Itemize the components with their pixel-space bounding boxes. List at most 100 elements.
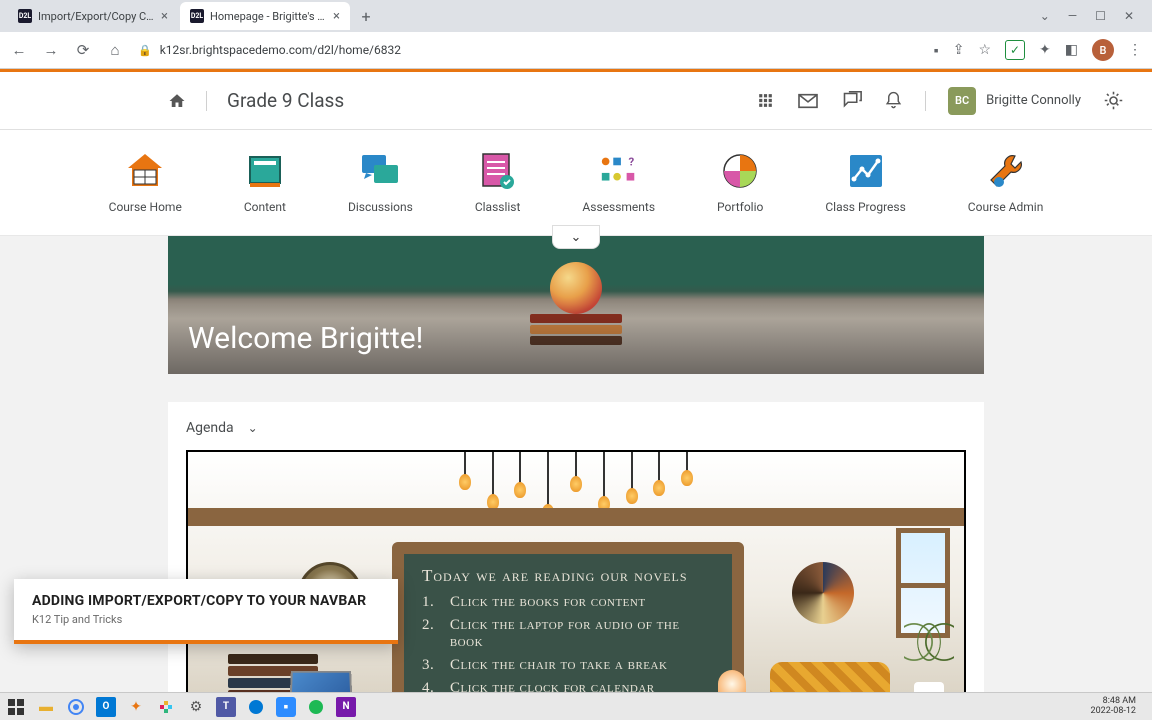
home-button[interactable]: ⌂ — [106, 41, 124, 59]
back-button[interactable]: ← — [10, 41, 28, 59]
nav-label: Assessments — [582, 200, 655, 214]
teams-icon[interactable]: T — [216, 697, 236, 717]
slack-icon[interactable] — [156, 697, 176, 717]
camera-icon[interactable]: ▪ — [934, 42, 939, 59]
divider — [206, 91, 207, 111]
home-icon[interactable] — [168, 92, 186, 110]
toast-title: ADDING IMPORT/EXPORT/COPY TO YOUR NAVBAR — [32, 593, 380, 609]
course-title[interactable]: Grade 9 Class — [227, 89, 344, 112]
nav-label: Content — [244, 200, 286, 214]
forward-button[interactable]: → — [42, 41, 60, 59]
list-item: 1.Click the books for content — [422, 594, 714, 611]
progress-icon — [845, 152, 887, 190]
user-avatar: BC — [948, 87, 976, 115]
close-window-icon[interactable]: ✕ — [1124, 9, 1134, 23]
mail-icon[interactable] — [797, 92, 819, 110]
extension-icon[interactable]: ✓ — [1005, 40, 1025, 60]
chalkboard-title: Today we are reading our novels — [422, 566, 714, 586]
share-icon[interactable]: ⇪ — [953, 42, 965, 58]
nav-discussions[interactable]: Discussions — [348, 152, 413, 214]
chat-icon[interactable] — [841, 90, 862, 111]
chevron-down-icon: ⌄ — [571, 230, 582, 245]
star-icon[interactable]: ☆ — [978, 42, 991, 58]
gear-icon[interactable] — [1103, 90, 1124, 111]
close-icon[interactable]: × — [333, 9, 340, 24]
toast-subtitle: K12 Tip and Tricks — [32, 613, 380, 626]
chalkboard-list: 1.Click the books for content 2.Click th… — [422, 594, 714, 693]
chair-hotspot[interactable] — [770, 662, 890, 693]
panel-icon[interactable]: ◧ — [1065, 42, 1078, 58]
window-controls: ⌄ — ☐ ✕ — [1040, 9, 1152, 23]
windows-taskbar: ▬ O ✦ ⚙ T ▪ N 8:48 AM 2022-08-12 — [0, 692, 1152, 720]
browser-tab-1[interactable]: D2L Homepage - Brigitte's Sandbox × — [180, 2, 350, 30]
user-name: Brigitte Connolly — [986, 93, 1081, 108]
puzzle-icon[interactable]: ✦ — [1039, 42, 1051, 58]
outlook-icon[interactable]: O — [96, 697, 116, 717]
chevron-down-icon[interactable]: ⌄ — [1040, 9, 1050, 23]
clock-date: 2022-08-12 — [1091, 707, 1136, 717]
system-tray[interactable]: 8:48 AM 2022-08-12 — [1091, 697, 1146, 717]
bell-icon[interactable] — [884, 90, 903, 111]
nav-label: Portfolio — [717, 200, 763, 214]
list-item: 2.Click the laptop for audio of the book — [422, 617, 714, 651]
favicon-icon: D2L — [18, 9, 32, 23]
nav-content[interactable]: Content — [244, 152, 286, 214]
nav-classlist[interactable]: Classlist — [475, 152, 521, 214]
address-field[interactable]: 🔒 k12sr.brightspacedemo.com/d2l/home/683… — [138, 43, 920, 57]
user-menu[interactable]: BC Brigitte Connolly — [948, 87, 1081, 115]
chalkboard: Today we are reading our novels 1.Click … — [392, 542, 744, 693]
laptop-hotspot[interactable] — [289, 671, 353, 693]
classlist-icon — [477, 152, 519, 190]
zoom-icon[interactable]: ▪ — [276, 697, 296, 717]
nav-assessments[interactable]: ? Assessments — [582, 152, 655, 214]
agenda-widget: Agenda ⌄ Today we are reading our novels… — [168, 402, 984, 693]
plant-decoration — [894, 602, 964, 693]
course-nav: Course Home Content Discussions Classlis… — [0, 130, 1152, 236]
nav-label: Class Progress — [825, 200, 905, 214]
app-header: Grade 9 Class BC Brigitte Connolly — [0, 72, 1152, 130]
agenda-header[interactable]: Agenda ⌄ — [186, 420, 966, 436]
nav-label: Course Admin — [968, 200, 1044, 214]
url-text: k12sr.brightspacedemo.com/d2l/home/6832 — [160, 43, 401, 57]
nav-course-admin[interactable]: Course Admin — [968, 152, 1044, 214]
course-banner: Welcome Brigitte! — [168, 236, 984, 374]
welcome-heading: Welcome Brigitte! — [188, 321, 423, 356]
toolbar-right: ▪ ⇪ ☆ ✓ ✦ ◧ B ⋮ — [934, 39, 1142, 61]
nav-label: Classlist — [475, 200, 521, 214]
nav-label: Course Home — [109, 200, 182, 214]
onenote-icon[interactable]: N — [336, 697, 356, 717]
edge-icon[interactable] — [246, 697, 266, 717]
chevron-down-icon[interactable]: ⌄ — [248, 421, 258, 435]
beam-decoration — [188, 508, 964, 526]
profile-avatar[interactable]: B — [1092, 39, 1114, 61]
new-tab-button[interactable]: + — [352, 2, 380, 30]
tip-toast[interactable]: ADDING IMPORT/EXPORT/COPY TO YOUR NAVBAR… — [14, 579, 398, 644]
expand-nav-button[interactable]: ⌄ — [552, 225, 600, 249]
file-explorer-icon[interactable]: ▬ — [36, 697, 56, 717]
address-bar: ← → ⟳ ⌂ 🔒 k12sr.brightspacedemo.com/d2l/… — [0, 32, 1152, 68]
nav-portfolio[interactable]: Portfolio — [717, 152, 763, 214]
close-icon[interactable]: × — [161, 9, 168, 24]
lamp-decoration — [718, 670, 746, 693]
svg-text:?: ? — [628, 154, 634, 168]
wrench-icon — [985, 152, 1027, 190]
lock-icon: 🔒 — [138, 44, 152, 57]
settings-icon[interactable]: ⚙ — [186, 697, 206, 717]
list-item: 3.Click the chair to take a break — [422, 657, 714, 674]
app-icon[interactable]: ✦ — [126, 697, 146, 717]
reload-button[interactable]: ⟳ — [74, 41, 92, 59]
chrome-icon[interactable] — [66, 697, 86, 717]
kebab-menu-icon[interactable]: ⋮ — [1128, 42, 1142, 58]
start-button[interactable] — [6, 697, 26, 717]
browser-tab-0[interactable]: D2L Import/Export/Copy Components × — [8, 2, 178, 30]
nav-label: Discussions — [348, 200, 413, 214]
art-decoration — [792, 562, 854, 624]
apps-grid-icon[interactable] — [756, 91, 775, 110]
tab-bar: D2L Import/Export/Copy Components × D2L … — [0, 0, 1152, 32]
maximize-icon[interactable]: ☐ — [1095, 9, 1106, 23]
spotify-icon[interactable] — [306, 697, 326, 717]
minimize-icon[interactable]: — — [1068, 9, 1077, 23]
tab-title: Homepage - Brigitte's Sandbox — [210, 10, 327, 23]
nav-course-home[interactable]: Course Home — [109, 152, 182, 214]
nav-class-progress[interactable]: Class Progress — [825, 152, 905, 214]
